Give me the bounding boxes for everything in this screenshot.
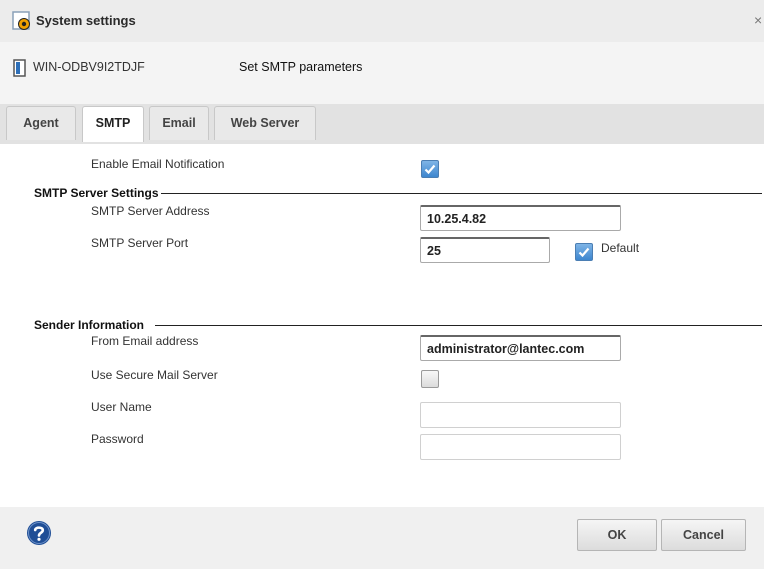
host-info-bar: WIN-ODBV9I2TDJF Set SMTP parameters: [0, 42, 764, 104]
close-icon[interactable]: ×: [754, 12, 762, 28]
password-input[interactable]: [420, 434, 621, 460]
window-title: System settings: [36, 13, 136, 28]
smtp-port-label: SMTP Server Port: [91, 236, 189, 250]
default-port-label: Default: [601, 241, 640, 255]
enable-notification-checkbox[interactable]: [421, 160, 439, 178]
tab-agent[interactable]: Agent: [6, 106, 76, 140]
secure-mail-label: Use Secure Mail Server: [91, 368, 218, 382]
smtp-address-input[interactable]: [420, 205, 621, 231]
page-description: Set SMTP parameters: [239, 60, 363, 74]
dialog-footer: OK Cancel: [0, 507, 764, 569]
cancel-button[interactable]: Cancel: [661, 519, 746, 551]
host-name: WIN-ODBV9I2TDJF: [33, 60, 145, 74]
checkmark-icon: [424, 164, 436, 175]
secure-mail-checkbox[interactable]: [421, 370, 439, 388]
tab-web-server[interactable]: Web Server: [214, 106, 316, 140]
checkmark-icon: [578, 247, 590, 258]
tab-email[interactable]: Email: [149, 106, 209, 140]
smtp-port-input[interactable]: [420, 237, 550, 263]
settings-gear-icon: [12, 11, 30, 30]
sender-section-title: Sender Information: [34, 318, 147, 332]
window-titlebar: System settings ×: [0, 0, 764, 42]
smtp-section-title: SMTP Server Settings: [34, 186, 161, 200]
from-email-label: From Email address: [91, 334, 199, 348]
tab-strip: Agent SMTP Email Web Server: [0, 104, 764, 144]
from-email-input[interactable]: [420, 335, 621, 361]
username-input[interactable]: [420, 402, 621, 428]
smtp-section-divider: [160, 193, 762, 194]
enable-notification-label: Enable Email Notification: [91, 157, 225, 171]
default-port-checkbox[interactable]: [575, 243, 593, 261]
sender-section-divider: [155, 325, 762, 326]
username-label: User Name: [91, 400, 152, 414]
password-label: Password: [91, 432, 144, 446]
smtp-address-label: SMTP Server Address: [91, 204, 210, 218]
ok-button[interactable]: OK: [577, 519, 657, 551]
tab-smtp[interactable]: SMTP: [82, 106, 144, 142]
help-icon[interactable]: [26, 520, 52, 546]
server-icon: [13, 59, 26, 77]
